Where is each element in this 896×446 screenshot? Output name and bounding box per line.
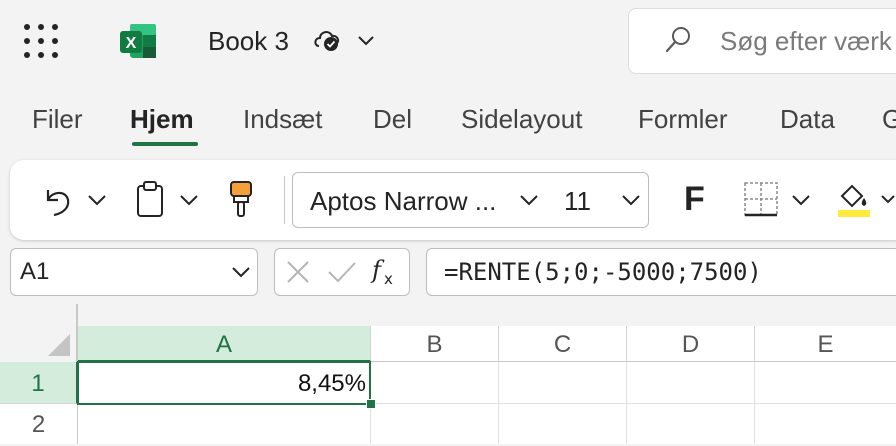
- app-launcher-icon[interactable]: [24, 24, 58, 58]
- active-tab-indicator: [132, 142, 198, 146]
- tab-indsaet[interactable]: Indsæt: [243, 104, 323, 135]
- name-box-value: A1: [20, 258, 50, 285]
- svg-text:x: x: [384, 270, 393, 288]
- paste-chevron-icon[interactable]: [178, 192, 200, 208]
- cell-d2[interactable]: [627, 404, 755, 444]
- excel-logo-icon: X: [120, 24, 156, 58]
- cloud-saved-icon: [314, 31, 340, 51]
- clipboard-icon[interactable]: [134, 180, 166, 218]
- row-header-2[interactable]: 2: [0, 404, 78, 444]
- fill-handle[interactable]: [366, 399, 376, 409]
- fill-color-icon[interactable]: [836, 180, 872, 218]
- font-name-value: Aptos Narrow ...: [310, 186, 497, 216]
- ribbon-separator: [284, 176, 285, 224]
- chevron-down-icon[interactable]: [356, 32, 376, 48]
- row-header-1[interactable]: 1: [0, 362, 78, 404]
- svg-text:X: X: [126, 35, 137, 52]
- cell-a2[interactable]: [78, 404, 371, 444]
- active-cell-border: [77, 361, 371, 405]
- tab-filer[interactable]: Filer: [32, 104, 83, 135]
- column-header-a[interactable]: A: [78, 326, 371, 362]
- borders-chevron-icon[interactable]: [790, 192, 812, 208]
- font-size-chevron-icon[interactable]: [620, 192, 642, 208]
- cell-e1[interactable]: [755, 362, 896, 404]
- tab-formler[interactable]: Formler: [638, 104, 728, 135]
- enter-check-icon[interactable]: [326, 258, 358, 286]
- fill-color-chevron-icon[interactable]: [880, 192, 896, 208]
- borders-icon[interactable]: [742, 180, 780, 218]
- name-box-chevron-icon[interactable]: [230, 264, 252, 280]
- search-input[interactable]: Søg efter værk: [720, 26, 892, 57]
- select-all-corner[interactable]: [0, 304, 78, 362]
- undo-chevron-icon[interactable]: [86, 192, 108, 208]
- svg-text:f: f: [370, 256, 385, 284]
- column-header-e[interactable]: E: [755, 326, 896, 362]
- bold-button[interactable]: F: [684, 180, 705, 219]
- tab-sidelayout[interactable]: Sidelayout: [461, 104, 582, 135]
- cell-d1[interactable]: [627, 362, 755, 404]
- tab-del[interactable]: Del: [373, 104, 412, 135]
- formula-bar-content: =RENTE(5;0;-5000;7500): [444, 258, 762, 286]
- font-size-value: 11: [564, 186, 591, 216]
- insert-function-icon[interactable]: f x: [370, 254, 402, 288]
- undo-icon[interactable]: [40, 182, 74, 218]
- tab-g[interactable]: G: [882, 104, 896, 135]
- document-title[interactable]: Book 3: [208, 26, 289, 57]
- select-all-triangle-icon: [48, 334, 70, 356]
- tab-hjem[interactable]: Hjem: [130, 104, 194, 135]
- search-icon: [665, 27, 690, 53]
- column-header-d[interactable]: D: [627, 326, 755, 362]
- cell-b1[interactable]: [371, 362, 499, 404]
- tab-data[interactable]: Data: [780, 104, 835, 135]
- font-chevron-icon[interactable]: [518, 192, 540, 208]
- cancel-icon[interactable]: [284, 258, 312, 286]
- column-header-b[interactable]: B: [371, 326, 499, 362]
- cell-e2[interactable]: [755, 404, 896, 444]
- cell-c1[interactable]: [499, 362, 627, 404]
- format-painter-icon[interactable]: [228, 180, 254, 218]
- column-header-c[interactable]: C: [499, 326, 627, 362]
- cell-b2[interactable]: [371, 404, 499, 444]
- cell-c2[interactable]: [499, 404, 627, 444]
